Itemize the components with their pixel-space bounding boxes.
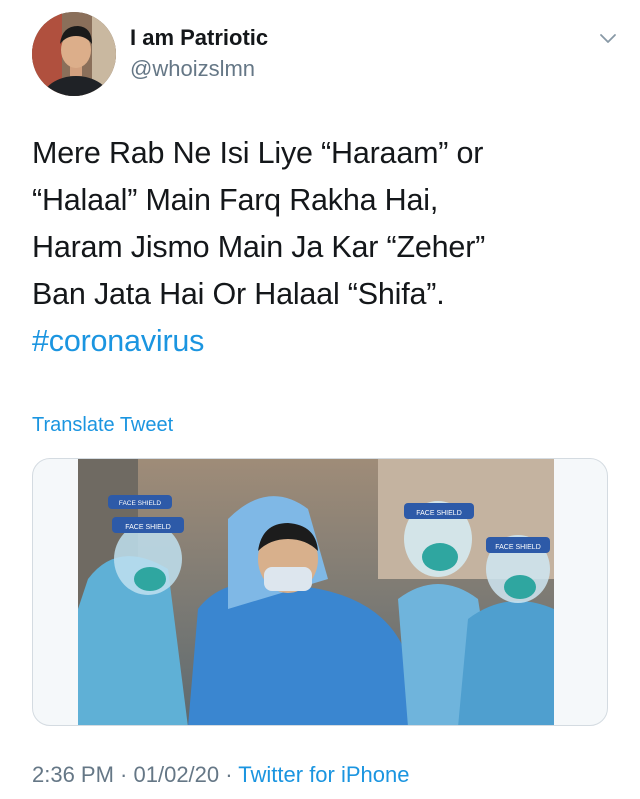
tweet-header: I am Patriotic @whoizslmn	[32, 12, 622, 102]
separator: ·	[219, 762, 239, 787]
tweet-date[interactable]: 01/02/20	[134, 762, 220, 787]
media-photo-image: FACE SHIELD FACE SHIELD FACE SHIELD FACE…	[78, 459, 554, 725]
tweet-text-line: Ban Jata Hai Or Halaal “Shifa”.	[32, 277, 445, 311]
photo[interactable]: FACE SHIELD FACE SHIELD FACE SHIELD FACE…	[78, 459, 554, 725]
translate-tweet-link[interactable]: Translate Tweet	[32, 414, 173, 437]
tweet-time[interactable]: 2:36 PM	[32, 762, 114, 787]
tweet-text-line: Mere Rab Ne Isi Liye “Haraam” or	[32, 136, 484, 170]
face-shield-label: FACE SHIELD	[125, 524, 171, 531]
avatar-image	[32, 12, 116, 96]
chevron-down-icon[interactable]	[598, 28, 618, 48]
display-name[interactable]: I am Patriotic	[130, 24, 268, 52]
user-info: I am Patriotic @whoizslmn	[130, 24, 268, 84]
tweet-text: Mere Rab Ne Isi Liye “Haraam” or “Halaal…	[32, 130, 612, 365]
face-shield-label: FACE SHIELD	[416, 510, 462, 517]
avatar[interactable]	[32, 12, 116, 96]
tweet-media[interactable]: FACE SHIELD FACE SHIELD FACE SHIELD FACE…	[32, 458, 608, 726]
face-shield-label: FACE SHIELD	[119, 500, 162, 507]
tweet-text-line: “Halaal” Main Farq Rakha Hai,	[32, 183, 439, 217]
tweet-meta: 2:36 PM · 01/02/20 · Twitter for iPhone	[32, 762, 409, 788]
separator: ·	[113, 762, 134, 787]
user-handle[interactable]: @whoizslmn	[130, 54, 268, 84]
tweet-source-link[interactable]: Twitter for iPhone	[238, 762, 409, 787]
hashtag-link[interactable]: #coronavirus	[32, 318, 612, 365]
tweet-text-line: Haram Jismo Main Ja Kar “Zeher”	[32, 230, 486, 264]
face-shield-label: FACE SHIELD	[495, 544, 541, 551]
